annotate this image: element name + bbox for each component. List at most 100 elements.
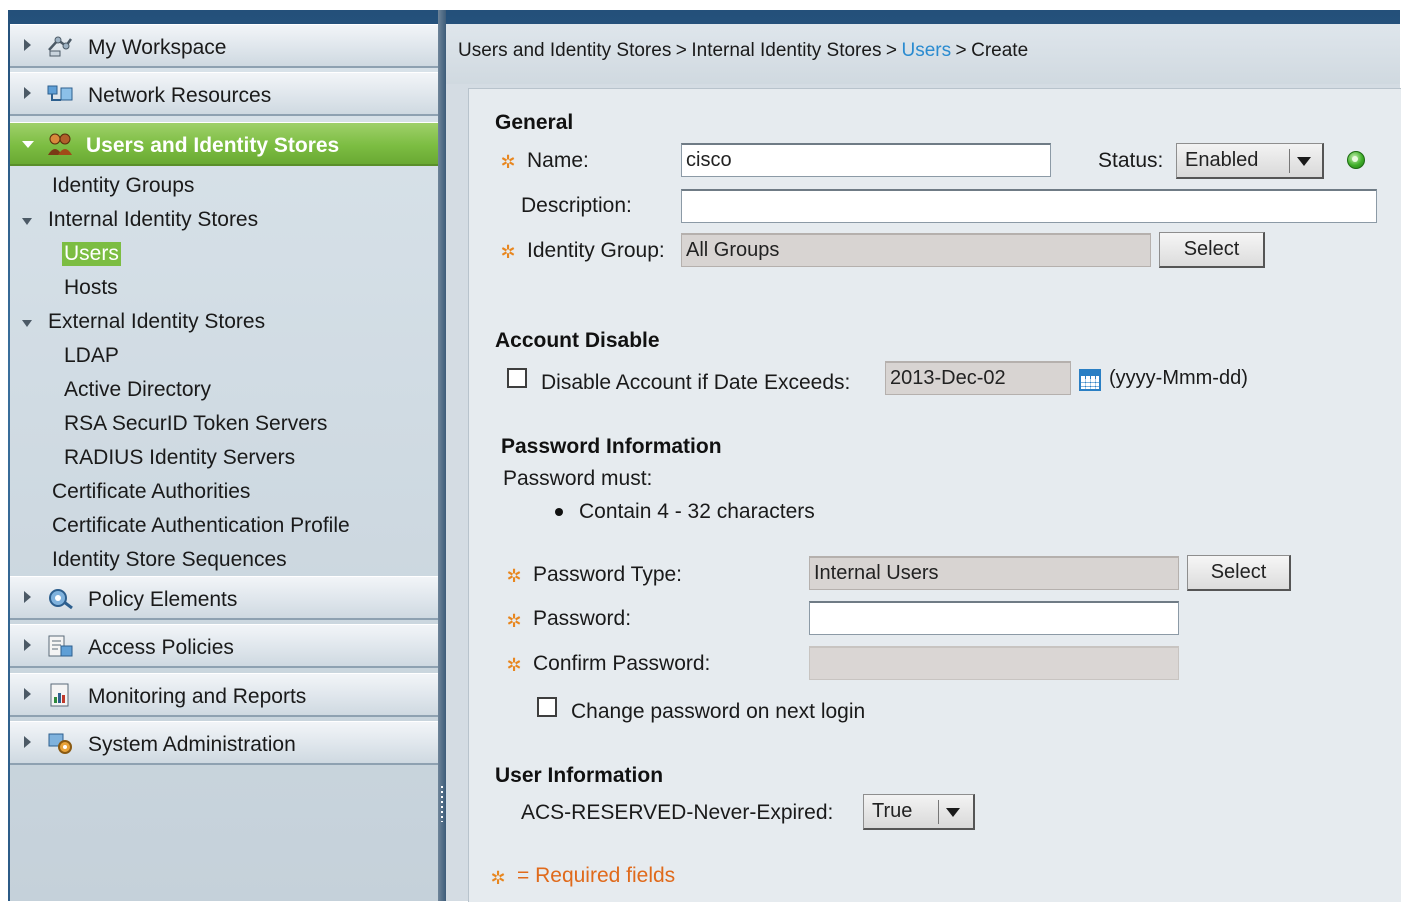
required-star-icon: ✲ [506, 566, 522, 586]
breadcrumb-separator: > [885, 40, 898, 61]
splitter-grip[interactable] [441, 786, 443, 822]
password-field[interactable] [809, 601, 1179, 635]
drawer-access-policies[interactable]: Access Policies [10, 624, 438, 668]
chevron-down-icon [1297, 157, 1311, 166]
select-separator [1289, 149, 1290, 173]
breadcrumb-create: Create [971, 40, 1029, 61]
drawer-label: My Workspace [88, 36, 227, 59]
expand-arrow-icon [24, 688, 31, 700]
tree-item-identity-groups[interactable]: Identity Groups [52, 174, 194, 198]
required-star-icon: ✲ [490, 868, 506, 888]
section-user-information-heading: User Information [495, 764, 664, 787]
expand-arrow-icon [24, 591, 31, 603]
drawer-system-administration[interactable]: System Administration [10, 721, 438, 765]
confirm-password-field[interactable] [809, 646, 1179, 680]
status-label: Status: [1098, 149, 1164, 172]
calendar-icon[interactable] [1079, 369, 1101, 391]
password-type-field: Internal Users [809, 556, 1179, 590]
password-rule: Contain 4 - 32 characters [579, 500, 815, 523]
date-format-hint: (yyyy-Mmm-dd) [1109, 367, 1248, 389]
drawer-label: Users and Identity Stores [86, 134, 340, 157]
identity-group-label: Identity Group: [527, 239, 665, 262]
expand-arrow-icon [24, 39, 31, 51]
tree-item-ldap[interactable]: LDAP [64, 344, 119, 368]
identity-group-select-button[interactable]: Select [1159, 232, 1265, 268]
drawer-label: Network Resources [88, 84, 272, 107]
bullet-icon [555, 508, 563, 516]
breadcrumb: Users and Identity Stores > Internal Ide… [446, 24, 1400, 84]
tree-item-users[interactable]: Users [62, 242, 121, 266]
confirm-password-label: Confirm Password: [533, 652, 711, 675]
tree-item-hosts[interactable]: Hosts [64, 276, 118, 300]
never-expired-select[interactable]: True [863, 794, 975, 830]
required-fields-note: = Required fields [517, 864, 676, 887]
select-separator [938, 800, 939, 824]
drawer-my-workspace[interactable]: My Workspace [10, 24, 438, 68]
workspace-icon [48, 36, 73, 57]
collapse-arrow-icon[interactable] [22, 218, 32, 225]
status-enabled-icon [1347, 151, 1365, 169]
breadcrumb-users-and-identity-stores[interactable]: Users and Identity Stores [458, 40, 671, 61]
drawer-label: Monitoring and Reports [88, 685, 307, 708]
breadcrumb-users-link[interactable]: Users [901, 40, 951, 61]
system-admin-icon [48, 733, 72, 754]
drawer-users-and-identity-stores[interactable]: Users and Identity Stores [10, 122, 438, 166]
required-star-icon: ✲ [500, 242, 516, 262]
expand-arrow-icon [24, 736, 31, 748]
policy-elements-icon [49, 589, 73, 610]
tree-item-radius-identity-servers[interactable]: RADIUS Identity Servers [64, 446, 295, 470]
tree-item-internal-identity-stores[interactable]: Internal Identity Stores [48, 208, 258, 232]
identity-group-field: All Groups [681, 233, 1151, 267]
network-icon [47, 85, 73, 101]
tree-item-rsa-securid[interactable]: RSA SecurID Token Servers [64, 412, 327, 436]
description-field[interactable] [681, 189, 1377, 223]
required-star-icon: ✲ [506, 611, 522, 631]
breadcrumb-separator: > [675, 40, 687, 61]
expand-arrow-icon [24, 87, 31, 99]
tree-item-certificate-authentication-profile[interactable]: Certificate Authentication Profile [52, 514, 350, 538]
access-policies-icon [48, 635, 73, 657]
main-panel: Users and Identity Stores > Internal Ide… [446, 24, 1401, 902]
tree-item-identity-store-sequences[interactable]: Identity Store Sequences [52, 548, 287, 572]
tree-item-certificate-authorities[interactable]: Certificate Authorities [52, 480, 250, 504]
drawer-label: Policy Elements [88, 588, 238, 611]
name-label: Name: [527, 149, 589, 172]
section-account-disable-heading: Account Disable [495, 329, 660, 352]
required-star-icon: ✲ [506, 655, 522, 675]
disable-date-field[interactable]: 2013-Dec-02 [885, 361, 1071, 395]
drawer-label: Access Policies [88, 636, 234, 659]
drawer-monitoring-and-reports[interactable]: Monitoring and Reports [10, 673, 438, 717]
users-icon [48, 133, 72, 155]
chevron-down-icon [946, 808, 960, 817]
change-password-checkbox[interactable] [537, 697, 557, 717]
breadcrumb-separator: > [955, 40, 967, 61]
collapse-arrow-icon[interactable] [22, 320, 32, 327]
sidebar: My Workspace Network Resources Users and… [10, 24, 438, 901]
breadcrumb-internal-identity-stores[interactable]: Internal Identity Stores [691, 40, 881, 61]
change-password-label: Change password on next login [571, 700, 866, 723]
password-must-label: Password must: [503, 467, 653, 490]
required-star-icon: ✲ [500, 152, 516, 172]
password-label: Password: [533, 607, 632, 630]
disable-account-checkbox[interactable] [507, 368, 527, 388]
drawer-label: System Administration [88, 733, 296, 756]
create-user-form: General ✲ Name: cisco Status: Enabled De… [468, 88, 1401, 902]
expand-arrow-icon [24, 639, 31, 651]
tree-item-active-directory[interactable]: Active Directory [64, 378, 211, 402]
never-expired-value: True [872, 800, 913, 822]
name-field[interactable]: cisco [681, 143, 1051, 177]
status-value: Enabled [1185, 149, 1259, 171]
password-type-label: Password Type: [533, 563, 683, 586]
panel-splitter[interactable] [438, 10, 446, 901]
section-general-heading: General [495, 111, 574, 134]
section-password-heading: Password Information [501, 435, 722, 458]
collapse-arrow-icon [22, 141, 34, 148]
drawer-network-resources[interactable]: Network Resources [10, 72, 438, 116]
tree-item-external-identity-stores[interactable]: External Identity Stores [48, 310, 265, 334]
disable-account-label: Disable Account if Date Exceeds: [541, 371, 851, 394]
description-label: Description: [521, 194, 632, 217]
drawer-policy-elements[interactable]: Policy Elements [10, 576, 438, 620]
status-select[interactable]: Enabled [1176, 143, 1324, 179]
password-type-select-button[interactable]: Select [1187, 555, 1291, 591]
reports-icon [50, 683, 69, 707]
